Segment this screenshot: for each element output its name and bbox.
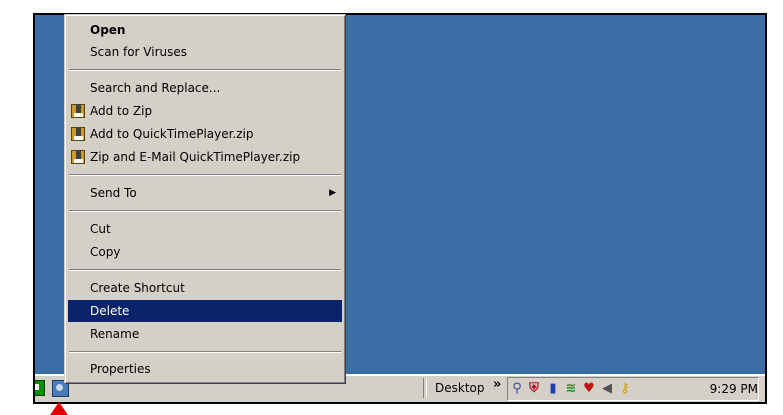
menu-item-label: Create Shortcut xyxy=(90,281,185,295)
zip-icon xyxy=(71,150,85,164)
security-shield-icon[interactable]: ♥ xyxy=(582,381,596,396)
menu-item-add-to-zip[interactable]: Add to Zip xyxy=(68,100,342,122)
zip-icon xyxy=(71,104,85,118)
key-x-icon[interactable]: ⚷ xyxy=(618,381,632,396)
menu-item-zip-and-email[interactable]: Zip and E-Mail QuickTimePlayer.zip xyxy=(68,146,342,168)
menu-item-open[interactable]: Open xyxy=(68,19,342,41)
menu-item-label: Open xyxy=(90,23,126,37)
menu-item-label: Add to Zip xyxy=(90,104,153,118)
menu-item-send-to[interactable]: Send To ▶ xyxy=(68,182,342,204)
menu-item-add-to-named-zip[interactable]: Add to QuickTimePlayer.zip xyxy=(68,123,342,145)
menu-divider xyxy=(69,174,341,176)
volume-icon[interactable]: ◀ xyxy=(600,381,614,396)
menu-item-copy[interactable]: Copy xyxy=(68,241,342,263)
menu-item-label: Search and Replace... xyxy=(90,81,221,95)
network-monitor-icon[interactable]: ≋ xyxy=(564,381,578,396)
menu-divider xyxy=(69,69,341,71)
submenu-arrow-icon: ▶ xyxy=(329,188,336,198)
menu-item-scan-for-viruses[interactable]: Scan for Viruses xyxy=(68,41,342,63)
menu-item-label: Send To xyxy=(90,186,137,200)
menu-item-label: Delete xyxy=(90,304,130,318)
menu-item-rename[interactable]: Rename xyxy=(68,323,342,345)
menu-item-label: Cut xyxy=(90,222,111,236)
antivirus-icon[interactable]: ▮ xyxy=(546,381,560,396)
toolbar-separator xyxy=(423,378,427,398)
clock[interactable]: 9:29 PM xyxy=(710,382,758,396)
desktop-toolbar-label[interactable]: Desktop xyxy=(435,381,485,395)
menu-item-label: Copy xyxy=(90,245,121,259)
menu-divider xyxy=(69,269,341,271)
menu-item-label: Zip and E-Mail QuickTimePlayer.zip xyxy=(90,150,301,164)
menu-item-label: Properties xyxy=(90,362,151,376)
toolbar-chevron-icon[interactable]: » xyxy=(493,377,501,392)
zip-icon xyxy=(71,127,85,141)
menu-item-label: Rename xyxy=(90,327,140,341)
menu-item-create-shortcut[interactable]: Create Shortcut xyxy=(68,277,342,299)
system-tray: ⚲ ⛨ ▮ ≋ ♥ ◀ ⚷ 9:29 PM xyxy=(507,377,759,401)
menu-item-label: Add to QuickTimePlayer.zip xyxy=(90,127,254,141)
quick-launch-desktop-icon[interactable] xyxy=(35,380,45,396)
menu-divider xyxy=(69,351,341,353)
menu-item-search-and-replace[interactable]: Search and Replace... xyxy=(68,77,342,99)
red-pointer-arrow-icon xyxy=(50,402,68,415)
magnifier-network-icon[interactable]: ⚲ xyxy=(510,381,524,396)
menu-item-label: Scan for Viruses xyxy=(90,45,188,59)
context-menu: Open Scan for Viruses Search and Replace… xyxy=(64,14,346,384)
menu-divider xyxy=(69,210,341,212)
shield-virus-icon[interactable]: ⛨ xyxy=(527,381,541,396)
menu-item-cut[interactable]: Cut xyxy=(68,218,342,240)
menu-item-properties[interactable]: Properties xyxy=(68,358,342,380)
menu-item-delete[interactable]: Delete xyxy=(68,300,342,322)
